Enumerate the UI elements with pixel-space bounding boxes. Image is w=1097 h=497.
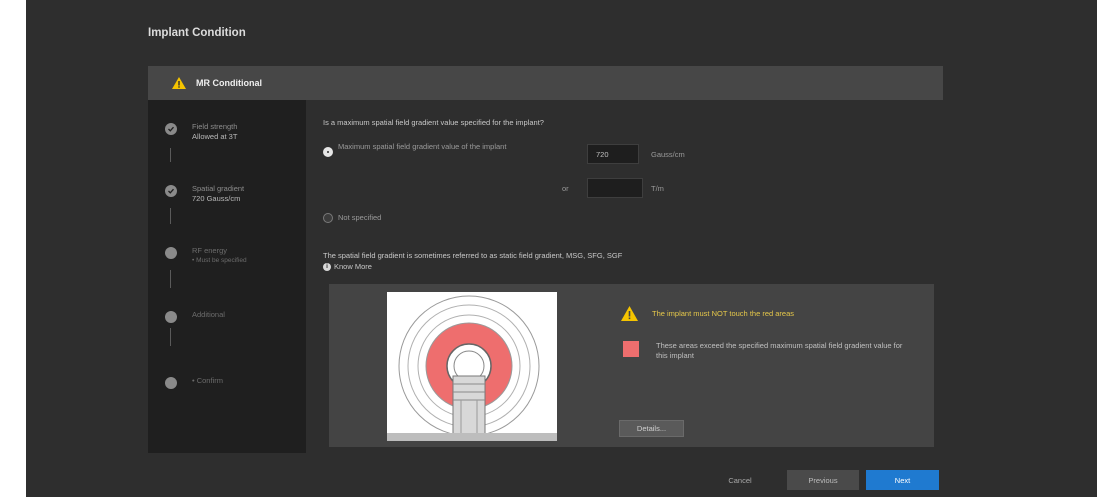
tesla-unit: T/m (651, 184, 664, 193)
step-connector (170, 148, 171, 162)
step-value: 720 Gauss/cm (192, 194, 241, 203)
info-icon: i (323, 262, 331, 271)
step-dot-icon (165, 247, 177, 259)
step-title: • Confirm (192, 376, 223, 385)
step-connector (170, 328, 171, 346)
details-button[interactable]: Details... (619, 420, 684, 437)
know-more-label: Know More (334, 262, 372, 271)
warning-icon (172, 77, 186, 89)
step-title: Additional (192, 310, 225, 319)
gauss-unit: Gauss/cm (651, 150, 685, 159)
check-icon (165, 185, 177, 197)
warning-row: The implant must NOT touch the red areas (621, 306, 794, 321)
check-icon (165, 123, 177, 135)
step-dot-icon (165, 311, 177, 323)
previous-button[interactable]: Previous (787, 470, 859, 490)
mr-conditional-banner: MR Conditional (148, 66, 943, 100)
step-title: Spatial gradient (192, 184, 245, 193)
specified-radio[interactable] (323, 147, 333, 157)
gradient-diagram-panel: The implant must NOT touch the red areas… (329, 284, 934, 447)
step-confirm[interactable]: • Confirm (165, 376, 223, 389)
not-specified-label: Not specified (338, 213, 382, 222)
step-title: Field strength (192, 122, 238, 131)
warning-text: The implant must NOT touch the red areas (652, 309, 795, 318)
page-title: Implant Condition (148, 27, 246, 39)
cancel-button[interactable]: Cancel (720, 470, 760, 490)
gauss-input[interactable]: 720 (587, 144, 639, 164)
next-button[interactable]: Next (866, 470, 939, 490)
gradient-question: Is a maximum spatial field gradient valu… (323, 118, 544, 127)
legend-row: These areas exceed the specified maximum… (623, 341, 916, 361)
legend-text: These areas exceed the specified maximum… (656, 341, 903, 360)
step-connector (170, 270, 171, 288)
step-dot-icon (165, 377, 177, 389)
warning-icon (621, 306, 638, 321)
step-field-strength[interactable]: Field strength Allowed at 3T (165, 122, 237, 142)
banner-label: MR Conditional (196, 78, 262, 88)
step-connector (170, 208, 171, 224)
know-more-link[interactable]: i Know More (323, 262, 372, 271)
steps-sidebar: Field strength Allowed at 3T Spatial gra… (148, 100, 306, 453)
not-specified-radio[interactable] (323, 213, 333, 223)
mr-scanner-diagram (387, 292, 557, 442)
tesla-input[interactable] (587, 178, 643, 198)
step-title: RF energy (192, 246, 228, 255)
content-panel: Is a maximum spatial field gradient valu… (306, 100, 943, 453)
step-value: • Must be specified (192, 257, 247, 264)
gradient-note: The spatial field gradient is sometimes … (323, 251, 623, 260)
step-value: Allowed at 3T (192, 132, 238, 141)
or-label: or (562, 184, 569, 193)
step-rf-energy[interactable]: RF energy • Must be specified (165, 246, 247, 266)
step-spatial-gradient[interactable]: Spatial gradient 720 Gauss/cm (165, 184, 244, 204)
red-area-swatch (623, 341, 639, 357)
window-edge (0, 0, 26, 497)
specified-label: Maximum spatial field gradient value of … (338, 142, 507, 151)
step-additional[interactable]: Additional (165, 310, 225, 323)
